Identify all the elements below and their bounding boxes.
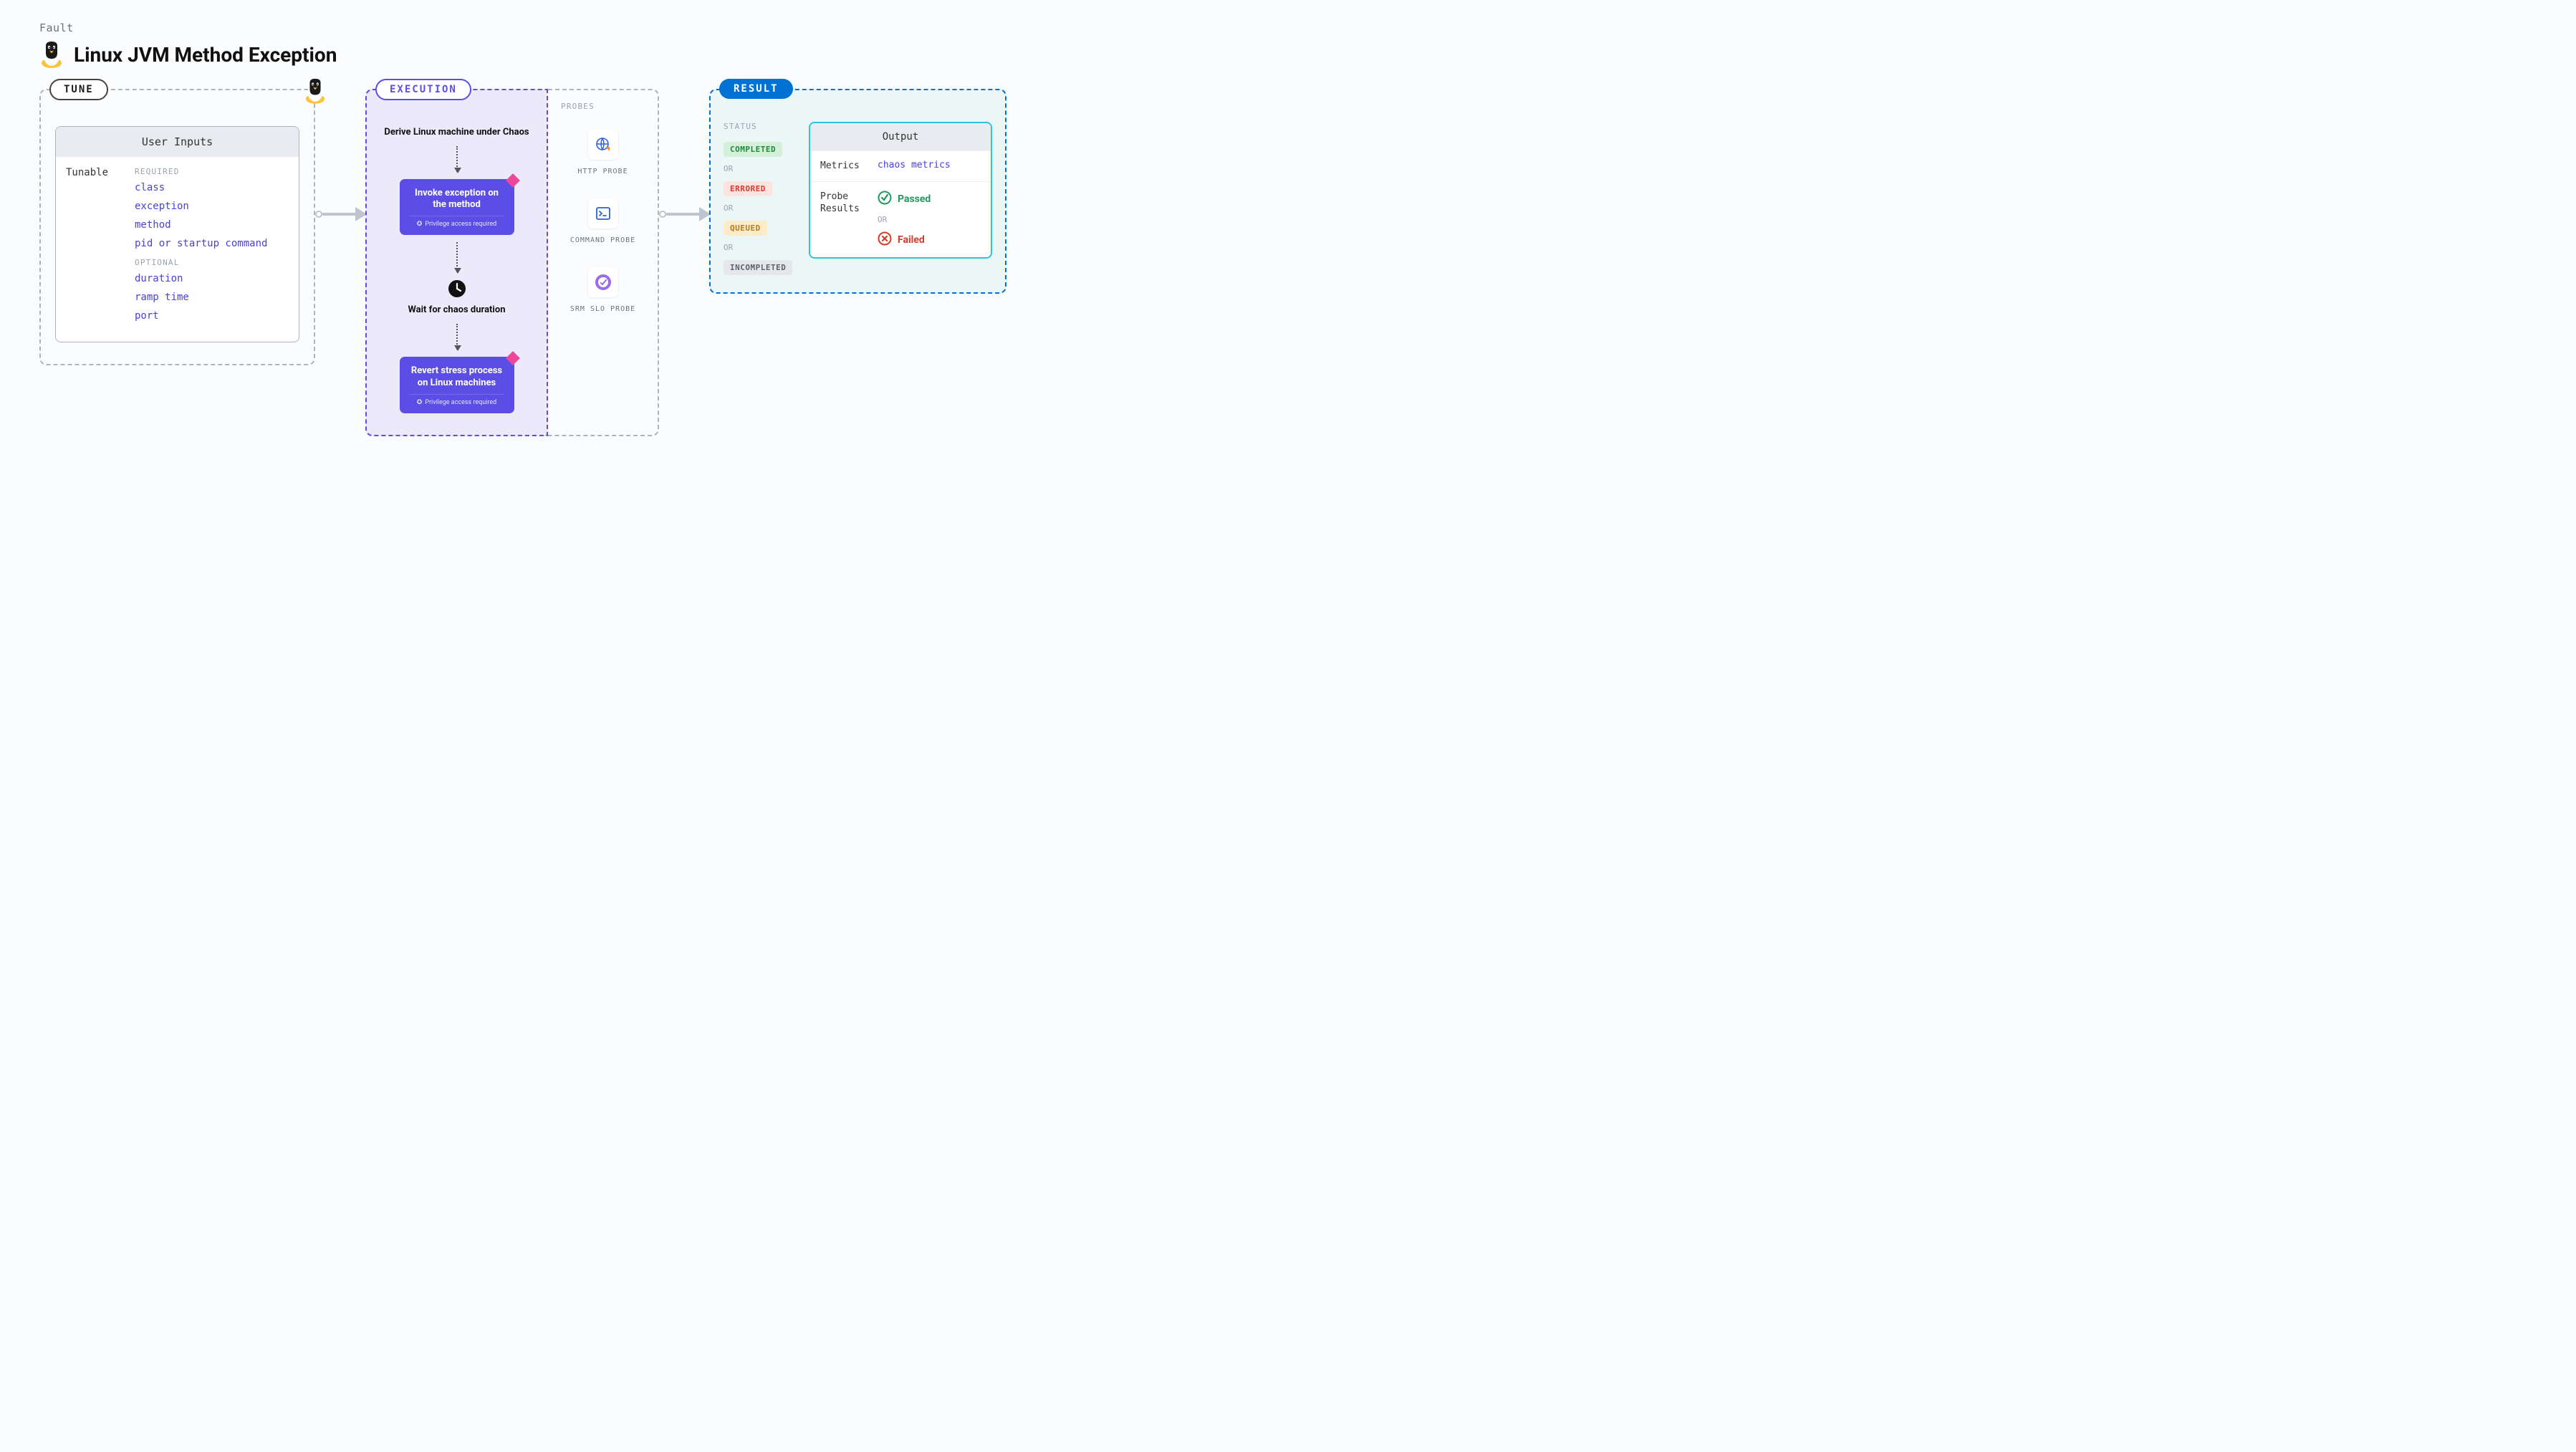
probes-title: PROBES	[561, 102, 645, 111]
check-circle-icon	[878, 191, 892, 208]
output-card: Output Metrics chaos metrics Probe Resul…	[809, 122, 992, 259]
status-title: STATUS	[724, 122, 792, 131]
tunable-item: port	[135, 310, 289, 322]
tunable-item: pid or startup command	[135, 238, 289, 249]
privilege-note: ✪ Privilege access required	[410, 394, 504, 406]
failed-result: Failed	[878, 231, 931, 249]
probe-item: COMMAND PROBE	[561, 198, 645, 246]
execution-panel: EXECUTION Derive Linux machine under Cha…	[365, 89, 548, 436]
tunable-item: method	[135, 219, 289, 231]
required-label: REQUIRED	[135, 167, 289, 176]
probes-panel: PROBES HTTP PROBE COMMAND PROBE SRM SLO …	[548, 89, 659, 436]
linux-tux-icon	[304, 77, 327, 105]
arrow-icon	[315, 211, 365, 218]
execution-wrapper: EXECUTION Derive Linux machine under Cha…	[365, 89, 659, 436]
status-column: STATUS COMPLETED OR ERRORED OR QUEUED OR…	[724, 122, 792, 275]
arrow-down-icon	[456, 324, 458, 350]
page-title: Linux JVM Method Exception	[74, 43, 337, 67]
result-panel: RESULT STATUS COMPLETED OR ERRORED OR QU…	[709, 89, 1006, 294]
status-incompleted: INCOMPLETED	[724, 260, 792, 275]
status-completed: COMPLETED	[724, 142, 782, 157]
arrow-down-icon	[456, 242, 458, 272]
arrow-down-icon	[456, 146, 458, 172]
metrics-value: chaos metrics	[878, 160, 951, 170]
result-badge: RESULT	[719, 79, 793, 99]
execution-badge: EXECUTION	[375, 79, 471, 100]
metrics-key: Metrics	[820, 160, 866, 173]
probe-label: HTTP PROBE	[577, 167, 628, 177]
tunable-label: Tunable	[66, 165, 117, 329]
diagram-container: TUNE User Inputs Tunable REQUIRED class …	[39, 89, 2537, 436]
terminal-icon	[588, 198, 618, 229]
optional-label: OPTIONAL	[135, 258, 289, 267]
tune-panel: TUNE User Inputs Tunable REQUIRED class …	[39, 89, 315, 365]
passed-result: Passed	[878, 191, 931, 208]
execution-card-title: Revert stress process on Linux machines	[410, 365, 504, 390]
execution-card-title: Invoke exception on the method	[410, 188, 504, 212]
probe-item: HTTP PROBE	[561, 130, 645, 177]
shield-icon: ✪	[417, 399, 423, 406]
flag-icon	[506, 351, 520, 365]
clock-icon	[448, 279, 466, 298]
output-row: Metrics chaos metrics	[810, 150, 991, 181]
category-label: Fault	[39, 21, 2537, 34]
tunable-item: duration	[135, 273, 289, 284]
tunable-item: class	[135, 182, 289, 193]
x-circle-icon	[878, 231, 892, 249]
or-label: OR	[878, 215, 931, 224]
or-label: OR	[724, 243, 792, 252]
flag-icon	[506, 173, 520, 188]
tune-badge: TUNE	[49, 79, 108, 100]
probe-item: SRM SLO PROBE	[561, 267, 645, 314]
tunable-item: exception	[135, 201, 289, 212]
output-header: Output	[810, 123, 991, 150]
gauge-icon	[588, 267, 618, 297]
arrow-icon	[659, 211, 709, 218]
privilege-note: ✪ Privilege access required	[410, 216, 504, 228]
shield-icon: ✪	[417, 221, 423, 228]
probe-label: SRM SLO PROBE	[570, 304, 635, 314]
header: Fault Linux JVM Method Exception	[39, 21, 2537, 69]
tunable-item: ramp time	[135, 292, 289, 303]
status-errored: ERRORED	[724, 181, 772, 196]
probe-results-key: Probe Results	[820, 191, 866, 216]
execution-step: Derive Linux machine under Chaos	[384, 126, 529, 139]
status-queued: QUEUED	[724, 221, 767, 236]
execution-step: Wait for chaos duration	[408, 304, 505, 317]
or-label: OR	[724, 164, 792, 173]
probe-label: COMMAND PROBE	[570, 236, 635, 246]
execution-card: Revert stress process on Linux machines …	[400, 357, 514, 413]
user-inputs-header: User Inputs	[56, 127, 299, 157]
execution-card: Invoke exception on the method ✪ Privile…	[400, 179, 514, 236]
linux-tux-icon	[39, 40, 64, 69]
user-inputs-card: User Inputs Tunable REQUIRED class excep…	[55, 126, 299, 342]
output-row: Probe Results Passed OR	[810, 181, 991, 257]
globe-icon	[588, 130, 618, 160]
or-label: OR	[724, 203, 792, 213]
